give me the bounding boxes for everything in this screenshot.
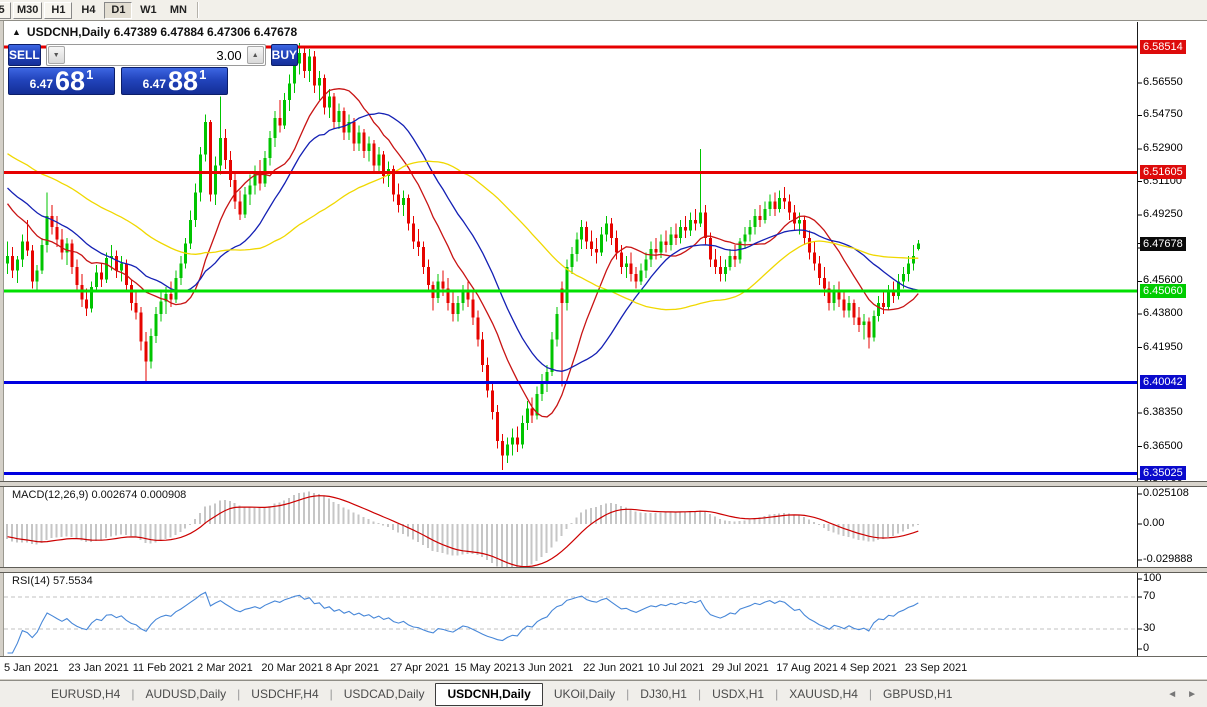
- chart-title: ▲ USDCNH,Daily 6.47389 6.47884 6.47306 6.…: [12, 25, 297, 39]
- collapse-panel-icon[interactable]: ▲: [12, 27, 21, 37]
- sell-button[interactable]: SELL: [8, 44, 41, 66]
- volume-decrease-button[interactable]: ▼: [48, 46, 65, 64]
- chart-tab-xauusd[interactable]: XAUUSD,H4: [778, 682, 869, 706]
- price-tick-label: 6.54750: [1143, 108, 1183, 121]
- chart-tab-usdcad[interactable]: USDCAD,Daily: [333, 682, 436, 706]
- tab-scroll-right-icon[interactable]: ►: [1187, 689, 1197, 700]
- macd-layer: [6, 491, 919, 571]
- date-tick-label: 3 Jun 2021: [519, 662, 573, 674]
- date-tick-label: 29 Jul 2021: [712, 662, 769, 674]
- buy-price-pips: 88: [168, 69, 198, 93]
- date-tick-label: 5 Jan 2021: [4, 662, 58, 674]
- date-tick-label: 8 Apr 2021: [326, 662, 379, 674]
- tab-scroll-left-icon[interactable]: ◄: [1167, 689, 1177, 700]
- date-tick-label: 2 Mar 2021: [197, 662, 253, 674]
- price-tick-label: 6.52900: [1143, 142, 1183, 155]
- date-tick-label: 4 Sep 2021: [841, 662, 897, 674]
- level-price-label: 6.58514: [1140, 40, 1186, 54]
- level-price-label: 6.45060: [1140, 284, 1186, 298]
- candlestick-chart-canvas: [0, 0, 1207, 707]
- macd-axis-label: -0.029888: [1143, 553, 1193, 566]
- ma-line-24: [8, 113, 919, 371]
- volume-increase-button[interactable]: ▲: [247, 46, 264, 64]
- rsi-axis-label: 100: [1143, 572, 1161, 585]
- rsi-value: 57.5534: [53, 575, 93, 587]
- volume-control: ▼ ▲: [46, 44, 266, 66]
- chart-tab-usdx[interactable]: USDX,H1: [701, 682, 775, 706]
- ma-line-13: [8, 89, 919, 417]
- sell-price-prefix: 6.47: [30, 77, 53, 91]
- macd-indicator-label: MACD(12,26,9) 0.002674 0.000908: [12, 489, 186, 501]
- buy-price-prefix: 6.47: [143, 77, 166, 91]
- rsi-line: [8, 592, 919, 653]
- chart-tab-dj30[interactable]: DJ30,H1: [629, 682, 698, 706]
- date-tick-label: 22 Jun 2021: [583, 662, 644, 674]
- chart-tab-usdchf[interactable]: USDCHF,H4: [240, 682, 329, 706]
- level-price-label: 6.51605: [1140, 165, 1186, 179]
- sell-price-pips: 68: [55, 69, 85, 93]
- rsi-indicator-label: RSI(14) 57.5534: [12, 575, 93, 587]
- date-tick-label: 27 Apr 2021: [390, 662, 449, 674]
- chart-tab-eurusd[interactable]: EURUSD,H4: [40, 682, 131, 706]
- price-tick-label: 6.56550: [1143, 76, 1183, 89]
- date-tick-label: 15 May 2021: [454, 662, 518, 674]
- price-tick-label: 6.41950: [1143, 341, 1183, 354]
- level-price-label: 6.35025: [1140, 466, 1186, 480]
- date-tick-label: 10 Jul 2021: [648, 662, 705, 674]
- tab-scroll-controls: ◄►: [1167, 689, 1197, 700]
- rsi-panel-splitter[interactable]: [0, 567, 1207, 573]
- price-axis: 6.565506.547506.529006.511006.492506.474…: [1139, 21, 1207, 656]
- price-axis-divider: [1137, 22, 1138, 656]
- chart-tab-audusd[interactable]: AUDUSD,Daily: [134, 682, 237, 706]
- rsi-axis-label: 70: [1143, 590, 1155, 603]
- price-tick-label: 6.38350: [1143, 406, 1183, 419]
- date-tick-label: 23 Jan 2021: [68, 662, 129, 674]
- volume-input[interactable]: [66, 45, 246, 65]
- one-click-trading-panel: SELL ▼ ▲ BUY 6.47681 6.47881: [8, 44, 228, 95]
- macd-values: 0.002674 0.000908: [91, 489, 186, 501]
- date-tick-label: 17 Aug 2021: [776, 662, 838, 674]
- symbol-title: USDCNH,Daily: [27, 25, 110, 39]
- macd-axis-label: 0.00: [1143, 517, 1164, 530]
- date-tick-label: 23 Sep 2021: [905, 662, 967, 674]
- main-chart-layer: [4, 43, 1137, 473]
- ohlc-readout: 6.47389 6.47884 6.47306 6.47678: [114, 25, 298, 39]
- sell-price-display[interactable]: 6.47681: [8, 67, 115, 95]
- symbol-tab-bar: EURUSD,H4|AUDUSD,Daily|USDCHF,H4|USDCAD,…: [0, 680, 1207, 707]
- rsi-axis-label: 30: [1143, 622, 1155, 635]
- price-tick-label: 6.49250: [1143, 208, 1183, 221]
- buy-button[interactable]: BUY: [271, 44, 298, 66]
- date-tick-label: 20 Mar 2021: [261, 662, 323, 674]
- rsi-layer: [4, 592, 1137, 653]
- sell-price-point: 1: [86, 67, 93, 82]
- mt4-terminal-window: { "toolbar": { "buttons": [ {"label": "M…: [0, 0, 1207, 707]
- rsi-axis-label: 0: [1143, 642, 1149, 655]
- level-price-label: 6.40042: [1140, 375, 1186, 389]
- chart-tab-ukoil[interactable]: UKOil,Daily: [543, 682, 626, 706]
- chart-tab-gbpusd[interactable]: GBPUSD,H1: [872, 682, 963, 706]
- macd-axis-label: 0.025108: [1143, 487, 1189, 500]
- macd-panel-splitter[interactable]: [0, 481, 1207, 487]
- current-price-label: 6.47678: [1140, 237, 1186, 251]
- date-tick-label: 11 Feb 2021: [133, 662, 194, 674]
- price-tick-label: 6.36500: [1143, 440, 1183, 453]
- chart-tab-usdcnh[interactable]: USDCNH,Daily: [435, 683, 542, 706]
- buy-price-display[interactable]: 6.47881: [121, 67, 228, 95]
- date-axis: 5 Jan 2021 23 Jan 2021 11 Feb 20212 Mar 20…: [0, 657, 1207, 679]
- price-tick-label: 6.43800: [1143, 307, 1183, 320]
- buy-price-point: 1: [199, 67, 206, 82]
